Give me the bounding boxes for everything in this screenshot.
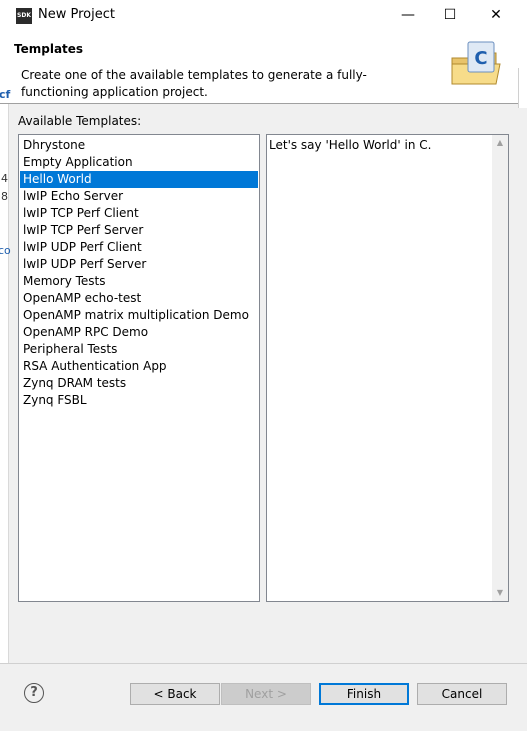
window-title: New Project [38, 7, 115, 22]
scroll-up-icon[interactable]: ▲ [492, 135, 508, 151]
title-bar: SDK New Project — ☐ ✕ [0, 0, 527, 31]
background-window-edge-right [518, 68, 527, 108]
list-item[interactable]: Zynq DRAM tests [20, 375, 258, 392]
list-item[interactable]: lwIP TCP Perf Client [20, 205, 258, 222]
list-item[interactable]: lwIP UDP Perf Client [20, 239, 258, 256]
list-item[interactable]: lwIP Echo Server [20, 188, 258, 205]
list-item[interactable]: Peripheral Tests [20, 341, 258, 358]
list-item-selected[interactable]: Hello World [20, 171, 258, 188]
list-item[interactable]: Dhrystone [20, 137, 258, 154]
page-title: Templates [14, 42, 84, 56]
cancel-button[interactable]: Cancel [417, 683, 507, 705]
finish-button[interactable]: Finish [319, 683, 409, 705]
minimize-button[interactable]: — [385, 0, 431, 31]
available-templates-label: Available Templates: [18, 114, 142, 128]
list-item[interactable]: Empty Application [20, 154, 258, 171]
template-description-text: Let's say 'Hello World' in C. [269, 138, 432, 152]
list-item[interactable]: OpenAMP echo-test [20, 290, 258, 307]
help-icon[interactable]: ? [24, 683, 44, 703]
template-description-panel: Let's say 'Hello World' in C. ▲ ▼ [266, 134, 509, 602]
description-scrollbar[interactable]: ▲ ▼ [492, 135, 508, 601]
back-button[interactable]: < Back [130, 683, 220, 705]
scroll-down-icon[interactable]: ▼ [492, 585, 508, 601]
background-window-edge: cf 4 8 co [0, 88, 11, 664]
background-fragment: cf [0, 88, 11, 101]
maximize-button[interactable]: ☐ [427, 0, 473, 31]
close-button[interactable]: ✕ [473, 0, 519, 31]
list-item[interactable]: Zynq FSBL [20, 392, 258, 409]
list-item[interactable]: RSA Authentication App [20, 358, 258, 375]
svg-text:C: C [474, 48, 487, 69]
list-item[interactable]: lwIP UDP Perf Server [20, 256, 258, 273]
wizard-header: Templates Create one of the available te… [0, 31, 527, 103]
next-button[interactable]: Next > [221, 683, 311, 705]
list-item[interactable]: Memory Tests [20, 273, 258, 290]
wizard-folder-c-icon: C [451, 41, 501, 85]
list-item[interactable]: OpenAMP RPC Demo [20, 324, 258, 341]
sdk-app-icon: SDK [16, 8, 32, 24]
background-fragment: 8 [1, 190, 8, 203]
list-item[interactable]: OpenAMP matrix multiplication Demo [20, 307, 258, 324]
list-item[interactable]: lwIP TCP Perf Server [20, 222, 258, 239]
templates-list[interactable]: Dhrystone Empty Application Hello World … [18, 134, 260, 602]
footer-separator [0, 663, 527, 664]
page-description: Create one of the available templates to… [21, 68, 367, 99]
header-separator [0, 103, 527, 104]
background-fragment: co [0, 244, 11, 257]
background-fragment: 4 [1, 172, 8, 185]
